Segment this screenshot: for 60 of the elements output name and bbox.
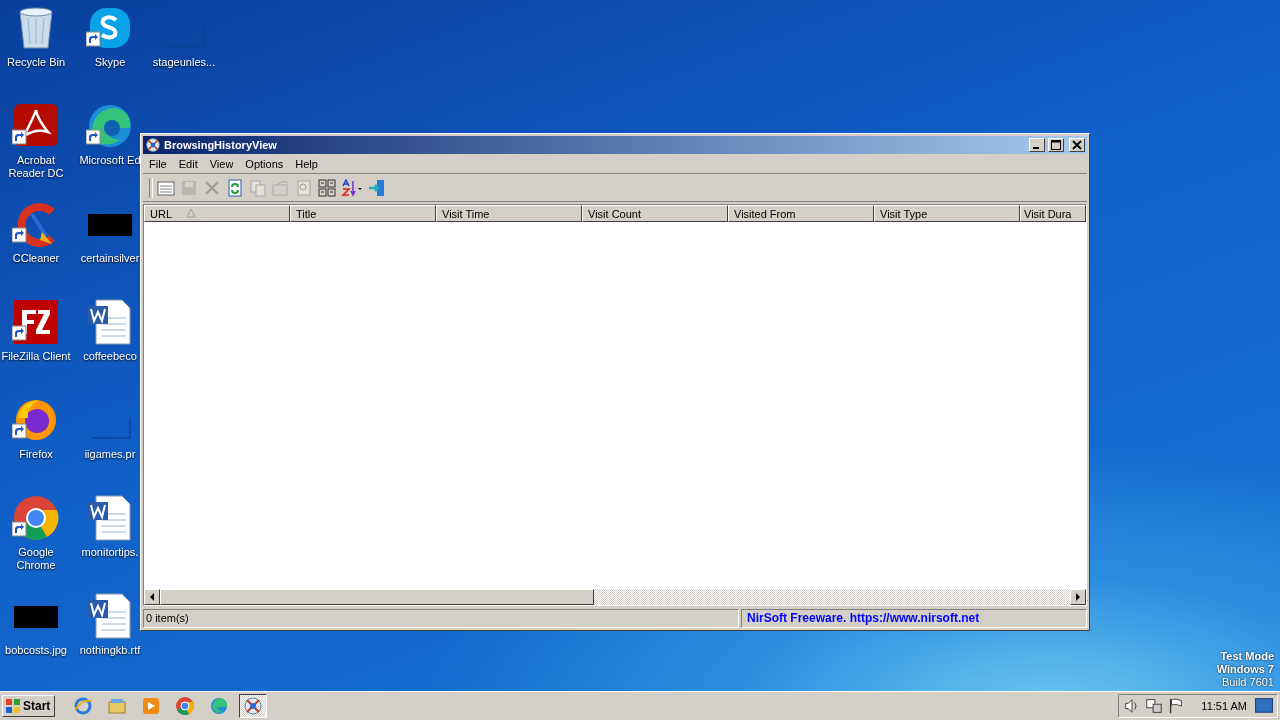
menu-item[interactable]: File [143,155,173,172]
icon-label: Google Chrome [15,546,57,572]
icon-label: Microsoft Ed [79,154,141,167]
window-title: BrowsingHistoryView [164,139,278,151]
column-header[interactable]: Visit Type [874,205,1020,222]
menu-item[interactable]: Edit [172,155,204,172]
column-header[interactable]: Visit Time [436,205,582,222]
scroll-left-icon[interactable] [148,593,156,601]
word-icon[interactable] [86,592,134,640]
refresh-tool-button[interactable] [225,177,245,198]
app-icon [145,137,161,153]
column-header[interactable]: URL [144,205,290,222]
icon-label: Firefox [19,448,53,461]
sort-tool-button[interactable] [340,177,364,198]
exit-tool-button[interactable] [367,177,387,198]
word-icon[interactable] [86,494,134,542]
icon-label: Recycle Bin [6,56,66,69]
icon-label: nothingkb.rtf [79,644,141,657]
icon-label: iigames.pr [84,448,136,461]
column-header[interactable]: Visited From [728,205,874,222]
edge-icon[interactable] [86,102,134,150]
icon-label: stageunles... [152,56,216,69]
close-button[interactable] [1069,138,1085,152]
start-button[interactable]: Start [2,695,56,717]
report-tool-button[interactable] [317,177,337,198]
horizontal-scrollbar[interactable] [144,589,1086,605]
icon-label: CCleaner [12,252,60,265]
menu-item[interactable]: Help [289,155,324,172]
item-count: 0 item(s) [143,609,739,628]
icon-label: monitortips. [81,546,139,559]
icon-label: bobcosts.jpg [5,644,67,657]
column-header[interactable]: Title [290,205,436,222]
maximize-button[interactable] [1048,138,1064,152]
test-mode-text: Build 7601 [1222,676,1274,689]
minimize-button[interactable] [1029,138,1045,152]
minimize-icon [1033,147,1039,149]
test-mode-text: Test Mode [1220,650,1274,663]
word-icon[interactable] [86,298,134,346]
app-taskbar-button[interactable] [239,694,268,718]
icon-label: coffeebeco [83,350,137,363]
website-link[interactable]: NirSoft Freeware. https://www.nirsoft.net [741,609,1087,628]
menu-item[interactable]: Options [239,155,290,172]
icon-label: certainsilver [80,252,140,265]
menu-item[interactable]: View [203,155,240,172]
icon-label: Skype [94,56,126,69]
test-mode-text: Windows 7 [1216,663,1274,676]
chrome-icon[interactable] [12,494,60,542]
maximize-icon [1051,140,1061,150]
show-desktop-icon[interactable] [1255,697,1273,715]
start-logo-icon [5,698,21,714]
sort-arrow-icon [186,208,196,218]
icon-label: FileZilla Client [1,350,71,363]
clock[interactable]: 11:51 AM [1201,700,1247,712]
scroll-right-icon[interactable] [1074,593,1082,601]
filezilla-icon[interactable] [12,298,60,346]
column-header[interactable]: Visit Count [582,205,728,222]
icon-label: Acrobat Reader DC [7,154,65,180]
close-icon [1072,140,1082,150]
network-icon[interactable] [1145,697,1164,715]
column-header[interactable]: Visit Dura [1020,205,1086,222]
